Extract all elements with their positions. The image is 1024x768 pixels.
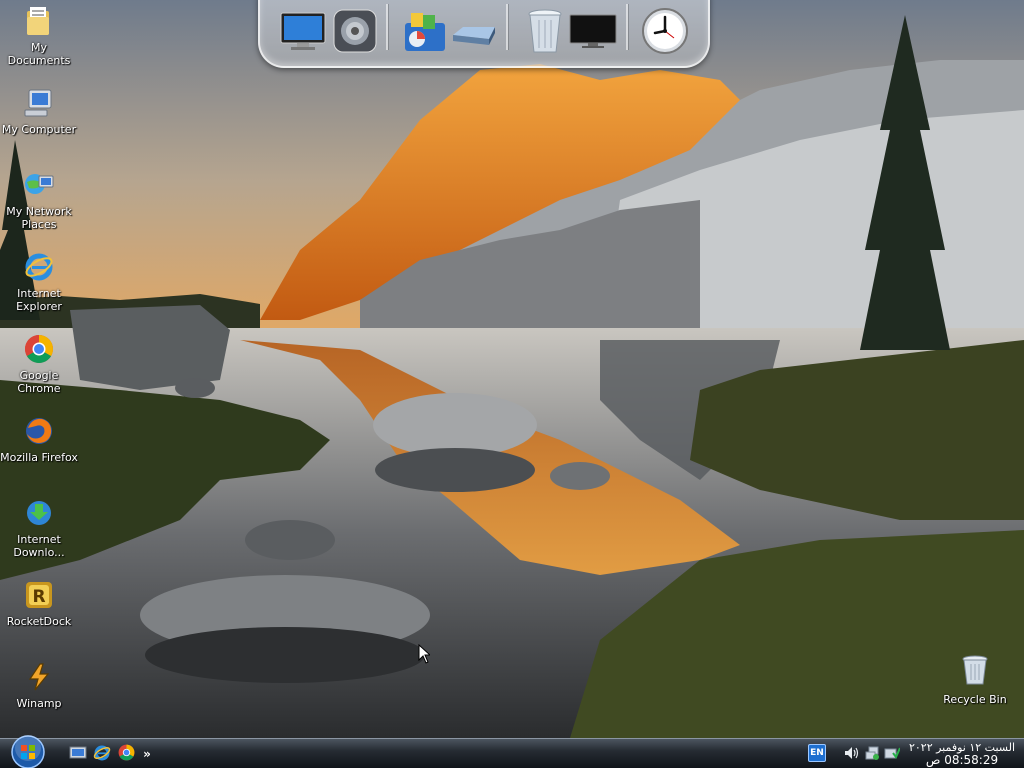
- show-desktop-icon: [69, 745, 87, 764]
- desktop-icon-area: My Documents My Computer My Network Plac…: [0, 0, 80, 738]
- computer-icon: [22, 86, 56, 120]
- desktop-icon-label: Mozilla Firefox: [0, 451, 78, 464]
- desktop-icon-label: My Computer: [1, 123, 77, 136]
- display-icon: [568, 11, 618, 54]
- dock-separator: [626, 4, 628, 50]
- quick-launch-google-chrome[interactable]: [116, 744, 136, 764]
- desktop-icon-label: RocketDock: [6, 615, 72, 628]
- desktop-icon-label: Internet Explorer: [16, 287, 62, 313]
- winamp-icon: [22, 660, 56, 694]
- folder-icon: [22, 4, 56, 38]
- desktop-icon-label: Google Chrome: [17, 369, 61, 395]
- desktop-icon-label: My Network Places: [6, 205, 72, 231]
- desktop-icon-winamp[interactable]: Winamp: [0, 658, 78, 736]
- desktop-wallpaper: [0, 0, 1024, 738]
- trash-icon: [525, 8, 565, 57]
- dock-item-clock[interactable]: [640, 7, 690, 58]
- clock-time: 08:58:29 ص: [925, 753, 999, 767]
- system-tray: [844, 744, 901, 764]
- dock-item-display[interactable]: [568, 8, 618, 56]
- dock-item-trash[interactable]: [520, 8, 570, 56]
- internet-explorer-icon: [93, 744, 111, 765]
- network-tray-icon: [865, 746, 879, 763]
- desktop-icon-mozilla-firefox[interactable]: Mozilla Firefox: [0, 412, 78, 490]
- drive-icon: [449, 9, 497, 56]
- start-button[interactable]: [8, 734, 48, 768]
- desktop-icon-my-network-places[interactable]: My Network Places: [0, 166, 78, 244]
- taskbar: » EN السبت ١٢ نوفمبر ٢٠٢٢ 08:58:29 ص: [0, 734, 1024, 768]
- desktop-icon-my-documents[interactable]: My Documents: [0, 2, 78, 80]
- svg-text:R: R: [32, 587, 45, 607]
- language-indicator[interactable]: EN: [808, 744, 826, 762]
- internet-explorer-icon: [22, 250, 56, 284]
- desktop-icon-label: Recycle Bin: [943, 693, 1007, 706]
- quick-launch-toolbar: »: [68, 743, 154, 765]
- safely-remove-icon: [884, 746, 901, 763]
- dock-separator: [506, 4, 508, 50]
- clock-icon: [641, 7, 689, 58]
- dock-item-monitor[interactable]: [278, 8, 328, 56]
- desktop-icon-my-computer[interactable]: My Computer: [0, 84, 78, 162]
- desktop-icon-label: My Documents: [7, 41, 71, 67]
- quick-launch-more-button[interactable]: »: [140, 747, 154, 761]
- tray-volume[interactable]: [844, 746, 860, 762]
- desktop-icon-recycle-bin[interactable]: Recycle Bin: [936, 654, 1014, 714]
- quick-launch-internet-explorer[interactable]: [92, 744, 112, 764]
- rocketdock-bar: [258, 0, 710, 68]
- desktop-icon-rocketdock[interactable]: R RocketDock: [0, 576, 78, 654]
- quick-launch-show-desktop[interactable]: [68, 744, 88, 764]
- dock-item-settings[interactable]: [330, 8, 380, 56]
- recycle-bin-icon: [961, 654, 989, 689]
- desktop-icon-internet-download-manager[interactable]: Internet Downlo...: [0, 494, 78, 572]
- network-icon: [22, 168, 56, 202]
- monitor-icon: [279, 9, 327, 56]
- volume-icon: [844, 746, 860, 763]
- tray-network[interactable]: [864, 746, 880, 762]
- dock-item-drive[interactable]: [448, 8, 498, 56]
- photo-gallery-icon: [401, 9, 449, 56]
- download-manager-icon: [22, 496, 56, 530]
- desktop-icon-label: Internet Downlo...: [13, 533, 65, 559]
- windows-logo-icon: [10, 734, 46, 768]
- dock-separator: [386, 4, 388, 50]
- desktop-icon-internet-explorer[interactable]: Internet Explorer: [0, 248, 78, 326]
- firefox-icon: [22, 414, 56, 448]
- dock-item-photo-gallery[interactable]: [400, 8, 450, 56]
- chrome-icon: [118, 744, 135, 764]
- settings-gear-icon: [332, 8, 378, 57]
- mouse-cursor-icon: [418, 643, 432, 664]
- tray-safely-remove[interactable]: [884, 746, 901, 763]
- desktop-icon-label: Winamp: [16, 697, 62, 710]
- rocketdock-icon: R: [22, 578, 56, 612]
- desktop-icon-google-chrome[interactable]: Google Chrome: [0, 330, 78, 408]
- chrome-icon: [22, 332, 56, 366]
- taskbar-clock[interactable]: السبت ١٢ نوفمبر ٢٠٢٢ 08:58:29 ص: [900, 739, 1024, 768]
